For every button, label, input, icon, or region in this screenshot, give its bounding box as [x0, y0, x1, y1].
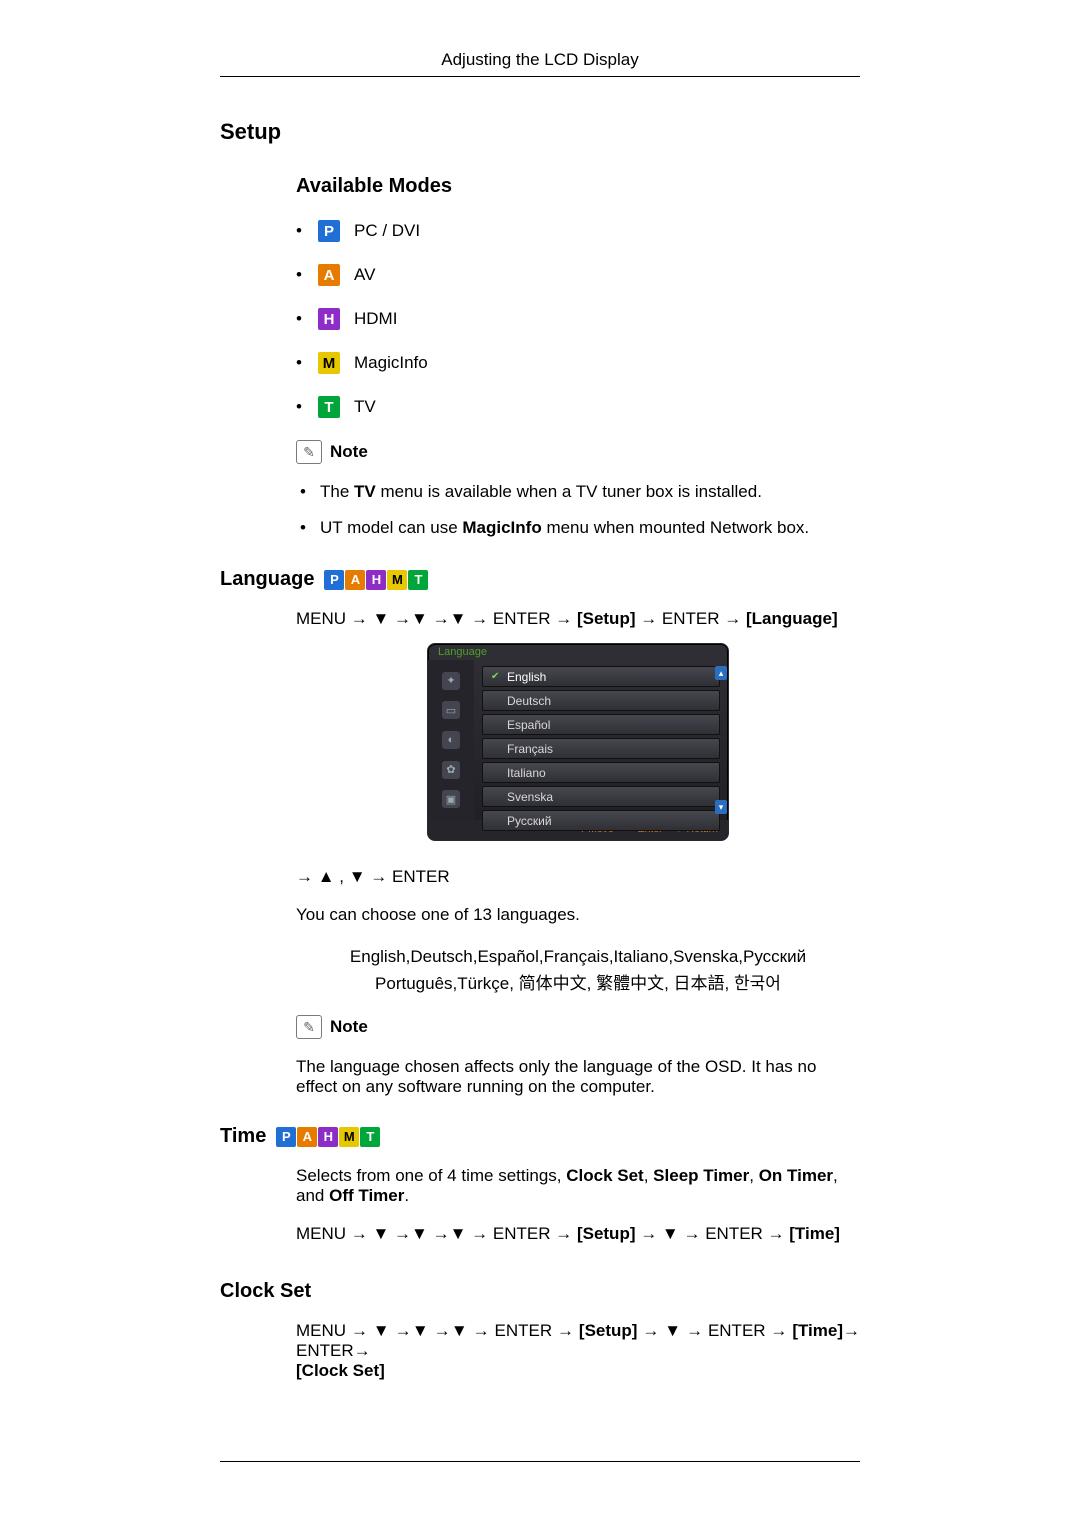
chip-m-icon: M: [339, 1127, 359, 1147]
page: Adjusting the LCD Display Setup Availabl…: [110, 0, 970, 1522]
mode-chip-h: H: [318, 308, 340, 330]
chip-a-icon: A: [297, 1127, 317, 1147]
osd-item[interactable]: Deutsch: [482, 690, 720, 711]
note-icon: ✎: [296, 1015, 322, 1039]
osd-sidebar: ✦ ▭ ◐ ✿ ▣: [428, 660, 474, 820]
note-block: ✎ Note: [296, 1015, 860, 1039]
scroll-up-icon[interactable]: ▴: [715, 666, 727, 680]
section-available-modes: Available Modes P PC / DVI A AV H HDMI M…: [296, 175, 860, 538]
osd-tab-icon[interactable]: ▣: [442, 790, 460, 808]
osd-tab-icon[interactable]: ▭: [442, 701, 460, 719]
osd-item[interactable]: Svenska: [482, 786, 720, 807]
osd-tab-icon[interactable]: ◐: [442, 731, 460, 749]
chip-a-icon: A: [345, 570, 365, 590]
language-note-text: The language chosen affects only the lan…: [296, 1057, 860, 1097]
note-item: The TV menu is available when a TV tuner…: [296, 482, 860, 502]
osd-title: Language: [428, 644, 728, 660]
chip-t-icon: T: [360, 1127, 380, 1147]
osd-list: ✔English Deutsch Español Français Italia…: [474, 660, 728, 820]
mode-label: TV: [354, 397, 376, 417]
osd-scrollbar[interactable]: ▴ ▾: [715, 666, 727, 814]
note-list: The TV menu is available when a TV tuner…: [296, 482, 860, 538]
time-intro: Selects from one of 4 time settings, Clo…: [296, 1166, 860, 1206]
heading-available-modes: Available Modes: [296, 175, 860, 198]
mode-label: AV: [354, 265, 375, 285]
osd-item[interactable]: Español: [482, 714, 720, 735]
osd-tab-icon[interactable]: ✦: [442, 672, 460, 690]
language-list-line1: English,Deutsch,Español,Français,Italian…: [296, 943, 860, 970]
time-nav-path: MENU → ▼ →▼ →▼ → ENTER → [Setup] → ▼ → E…: [296, 1224, 860, 1244]
chip-h-icon: H: [318, 1127, 338, 1147]
mode-item: T TV: [296, 396, 860, 418]
check-icon: ✔: [491, 671, 501, 682]
mode-item: P PC / DVI: [296, 220, 860, 242]
mode-label: PC / DVI: [354, 221, 420, 241]
osd-item[interactable]: Italiano: [482, 762, 720, 783]
language-can-choose: You can choose one of 13 languages.: [296, 905, 860, 925]
note-label: Note: [330, 1017, 368, 1037]
scroll-down-icon[interactable]: ▾: [715, 800, 727, 814]
osd-item-selected[interactable]: ✔English: [482, 666, 720, 687]
modes-list: P PC / DVI A AV H HDMI M MagicInfo T TV: [296, 220, 860, 418]
footer-rule: [220, 1461, 860, 1462]
mode-chip-p: P: [318, 220, 340, 242]
language-list-line2: Português,Türkçe, 简体中文, 繁體中文, 日本語, 한국어: [296, 970, 860, 997]
chip-h-icon: H: [366, 570, 386, 590]
chip-strip: P A H M T: [276, 1127, 380, 1147]
mode-chip-t: T: [318, 396, 340, 418]
section-time-header: Time P A H M T: [220, 1125, 860, 1148]
section-language-header: Language P A H M T: [220, 568, 860, 591]
heading-language: Language: [220, 568, 314, 591]
header-title: Adjusting the LCD Display: [441, 50, 638, 69]
osd-item[interactable]: Français: [482, 738, 720, 759]
language-nav-path-2: → ▲ , ▼ → ENTER: [296, 867, 860, 887]
mode-item: H HDMI: [296, 308, 860, 330]
mode-label: HDMI: [354, 309, 397, 329]
chip-p-icon: P: [276, 1127, 296, 1147]
language-body: MENU → ▼ →▼ →▼ → ENTER → [Setup] → ENTER…: [296, 609, 860, 1097]
mode-chip-m: M: [318, 352, 340, 374]
chip-p-icon: P: [324, 570, 344, 590]
mode-chip-a: A: [318, 264, 340, 286]
heading-setup: Setup: [220, 119, 860, 145]
note-item: UT model can use MagicInfo menu when mou…: [296, 518, 860, 538]
osd-item[interactable]: Русский: [482, 810, 720, 831]
osd-body: ✦ ▭ ◐ ✿ ▣ ✔English Deutsch Español Franç…: [428, 660, 728, 820]
clock-set-nav-path: MENU → ▼ →▼ →▼ → ENTER → [Setup] → ▼ → E…: [296, 1321, 860, 1381]
note-label: Note: [330, 442, 368, 462]
page-header: Adjusting the LCD Display: [220, 50, 860, 77]
chip-strip: P A H M T: [324, 570, 428, 590]
chip-t-icon: T: [408, 570, 428, 590]
osd-window: Language ✦ ▭ ◐ ✿ ▣ ✔English Deutsch Espa…: [427, 643, 729, 841]
mode-item: M MagicInfo: [296, 352, 860, 374]
mode-label: MagicInfo: [354, 353, 428, 373]
note-block: ✎ Note: [296, 440, 860, 464]
mode-item: A AV: [296, 264, 860, 286]
language-nav-path: MENU → ▼ →▼ →▼ → ENTER → [Setup] → ENTER…: [296, 609, 860, 629]
heading-clock-set: Clock Set: [220, 1280, 860, 1303]
clock-set-body: MENU → ▼ →▼ →▼ → ENTER → [Setup] → ▼ → E…: [296, 1321, 860, 1381]
note-icon: ✎: [296, 440, 322, 464]
time-body: Selects from one of 4 time settings, Clo…: [296, 1166, 860, 1244]
chip-m-icon: M: [387, 570, 407, 590]
heading-time: Time: [220, 1125, 266, 1148]
osd-tab-icon[interactable]: ✿: [442, 761, 460, 779]
language-list: English,Deutsch,Español,Français,Italian…: [296, 943, 860, 997]
